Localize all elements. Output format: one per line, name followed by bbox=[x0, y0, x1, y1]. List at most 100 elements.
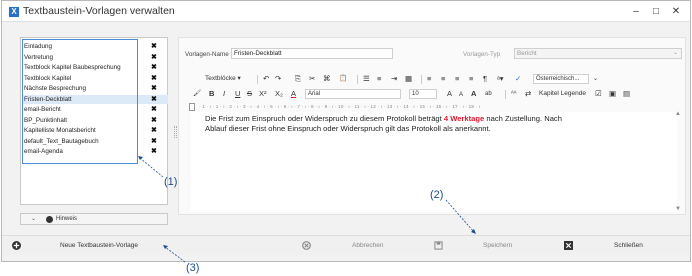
list-item[interactable]: email-Bericht bbox=[24, 105, 61, 114]
find-icon[interactable]: ᴬᴬ bbox=[511, 89, 516, 99]
font-size-select[interactable]: 10 bbox=[409, 89, 437, 99]
font-color-button[interactable]: A bbox=[291, 89, 296, 99]
align-center-icon[interactable]: ≡ bbox=[441, 74, 445, 84]
toolbar-separator bbox=[357, 75, 358, 84]
panel-splitter[interactable] bbox=[174, 126, 177, 138]
list-item[interactable]: Kapitelliste Monatsbericht bbox=[24, 126, 96, 135]
underline-button[interactable]: U bbox=[235, 89, 240, 99]
indent-icon[interactable]: ⇥ bbox=[391, 74, 397, 84]
highlighted-text: 4 Werktage bbox=[443, 114, 485, 123]
textbloecke-dropdown[interactable]: Textblöcke ▾ bbox=[205, 74, 241, 84]
template-type-select[interactable]: Bericht ⌄ bbox=[514, 48, 682, 59]
list-item[interactable]: BP_Punktinhalt bbox=[24, 116, 67, 125]
editor-toolbar: Textblöcke ▾ ↶ ↷ ⎘ ✂ ⌘ 📋 ☰ ≡ ⇥ ▦ ≡ ≡ ≡ ≡… bbox=[191, 72, 685, 102]
close-icon[interactable] bbox=[564, 241, 573, 250]
italic-button[interactable]: I bbox=[223, 89, 225, 99]
replace-icon[interactable]: ⇄ bbox=[525, 89, 531, 99]
save-button[interactable]: Speichern bbox=[483, 242, 512, 249]
list-item[interactable]: Nächste Besprechung bbox=[24, 84, 86, 93]
pilcrow-icon[interactable]: ¶ bbox=[483, 74, 487, 84]
list-item[interactable]: Textblock Kapitel Baubesprechung bbox=[24, 63, 121, 72]
close-window-button[interactable]: ✕ bbox=[668, 5, 684, 19]
delete-template-icon[interactable]: ✖ bbox=[151, 95, 157, 104]
superscript-button[interactable]: X² bbox=[259, 89, 267, 99]
spellcheck-icon[interactable]: ✓ bbox=[515, 74, 521, 84]
insert-field-icon[interactable]: ▤ bbox=[623, 89, 630, 99]
list-item[interactable]: default_Text_Bautagebuch bbox=[24, 137, 99, 146]
format-painter-icon[interactable]: 🖌 bbox=[193, 89, 201, 99]
paste-special-icon[interactable]: ⌘ bbox=[323, 74, 331, 84]
delete-template-icon[interactable]: ✖ bbox=[151, 74, 157, 83]
save-icon[interactable] bbox=[434, 241, 443, 250]
undo-icon[interactable]: ↶ bbox=[263, 74, 269, 84]
new-template-button[interactable]: Neue Textbaustein-Vorlage bbox=[60, 242, 138, 249]
justify-icon[interactable]: ≡ bbox=[469, 74, 473, 84]
close-button[interactable]: Schließen bbox=[614, 242, 643, 249]
language-select[interactable]: Österreichisch... bbox=[533, 74, 589, 84]
ruler: · 1 · ı · 1 · ı · 2 · ı · 3 · ı · 4 · ı … bbox=[199, 104, 481, 109]
template-name-value: Fristen-Deckblatt bbox=[234, 50, 282, 57]
list-item[interactable]: Fristen-Deckblatt bbox=[24, 95, 72, 104]
template-name-label: Vorlagen-Name bbox=[185, 51, 229, 58]
chapter-legend-button[interactable]: Kapitel Legende bbox=[539, 89, 586, 99]
checkbox-icon[interactable]: ☑ bbox=[595, 89, 602, 99]
align-left-icon[interactable]: ≡ bbox=[427, 74, 431, 84]
font-family-select[interactable]: Arial bbox=[305, 89, 401, 99]
grow-font-button[interactable]: A bbox=[447, 89, 452, 99]
ruler-document-icon bbox=[189, 103, 195, 111]
delete-template-icon[interactable]: ✖ bbox=[151, 147, 157, 156]
shrink-font-button[interactable]: A bbox=[459, 90, 463, 100]
table-icon[interactable]: ▦ bbox=[405, 74, 412, 84]
strikethrough-button[interactable]: S bbox=[247, 89, 252, 99]
list-item[interactable]: Einladung bbox=[24, 42, 52, 51]
scroll-up-icon[interactable]: ▲ bbox=[675, 111, 681, 117]
delete-template-icon[interactable]: ✖ bbox=[151, 105, 157, 114]
list-item[interactable]: Textblock Kapitel bbox=[24, 74, 71, 83]
delete-template-icon[interactable]: ✖ bbox=[151, 42, 157, 51]
copy-icon[interactable]: ⎘ bbox=[295, 74, 301, 84]
styles-icon[interactable]: ᵃ▾ bbox=[497, 74, 504, 84]
change-case-button[interactable]: A bbox=[471, 89, 476, 99]
delete-template-icon[interactable]: ✖ bbox=[151, 116, 157, 125]
list-item[interactable]: Vertretung bbox=[24, 53, 53, 62]
scroll-down-icon[interactable]: ▼ bbox=[675, 206, 681, 212]
delete-template-icon[interactable]: ✖ bbox=[151, 63, 157, 72]
editor-line-2: Ablauf dieser Frist ohne Einspruch oder … bbox=[205, 124, 491, 133]
bullet-list-icon[interactable]: ☰ bbox=[363, 74, 370, 84]
toolbar-separator bbox=[505, 90, 506, 99]
annotation-label-1: (1) bbox=[164, 176, 178, 188]
delete-template-icon[interactable]: ✖ bbox=[151, 53, 157, 62]
subscript-button[interactable]: X₂ bbox=[275, 89, 283, 99]
delete-template-icon[interactable]: ✖ bbox=[151, 137, 157, 146]
editor-text: nach Zustellung. Nach bbox=[484, 114, 562, 123]
delete-template-icon[interactable]: ✖ bbox=[151, 84, 157, 93]
align-right-icon[interactable]: ≡ bbox=[455, 74, 459, 84]
template-list: Einladung ✖ Vertretung ✖ Textblock Kapitel B… bbox=[20, 37, 168, 205]
numbered-list-icon[interactable]: ≡ bbox=[377, 74, 381, 84]
list-item[interactable]: email-Agenda bbox=[24, 147, 63, 156]
highlight-button[interactable]: ab bbox=[485, 89, 492, 99]
template-manager-window: X Textbaustein-Vorlagen verwalten – □ ✕ … bbox=[1, 0, 691, 262]
maximize-button[interactable]: □ bbox=[648, 5, 664, 19]
chevron-down-icon[interactable]: ⌄ bbox=[593, 74, 598, 84]
cut-icon[interactable]: ✂ bbox=[309, 74, 315, 84]
annotation-label-2: (2) bbox=[430, 189, 444, 201]
redo-icon[interactable]: ↷ bbox=[275, 74, 281, 84]
template-name-input[interactable]: Fristen-Deckblatt bbox=[231, 48, 393, 59]
bold-button[interactable]: B bbox=[209, 89, 214, 99]
toolbar-separator bbox=[257, 75, 258, 84]
add-icon[interactable] bbox=[12, 241, 21, 250]
delete-template-icon[interactable]: ✖ bbox=[151, 126, 157, 135]
cancel-icon[interactable] bbox=[302, 241, 311, 250]
info-icon bbox=[46, 216, 53, 223]
minimize-button[interactable]: – bbox=[628, 5, 644, 19]
paste-icon[interactable]: 📋 bbox=[339, 74, 347, 84]
image-icon[interactable]: ▣ bbox=[609, 89, 616, 99]
window-title: Textbaustein-Vorlagen verwalten bbox=[23, 5, 175, 17]
chevron-down-icon: ⌄ bbox=[31, 216, 37, 222]
hint-expander[interactable]: ⌄ Hinweis bbox=[20, 213, 168, 225]
footer-bar: Neue Textbaustein-Vorlage Abbrechen Spei… bbox=[2, 235, 690, 255]
cancel-button[interactable]: Abbrechen bbox=[352, 242, 383, 249]
template-type-label: Vorlagen-Typ bbox=[463, 51, 501, 58]
app-icon: X bbox=[9, 7, 19, 17]
